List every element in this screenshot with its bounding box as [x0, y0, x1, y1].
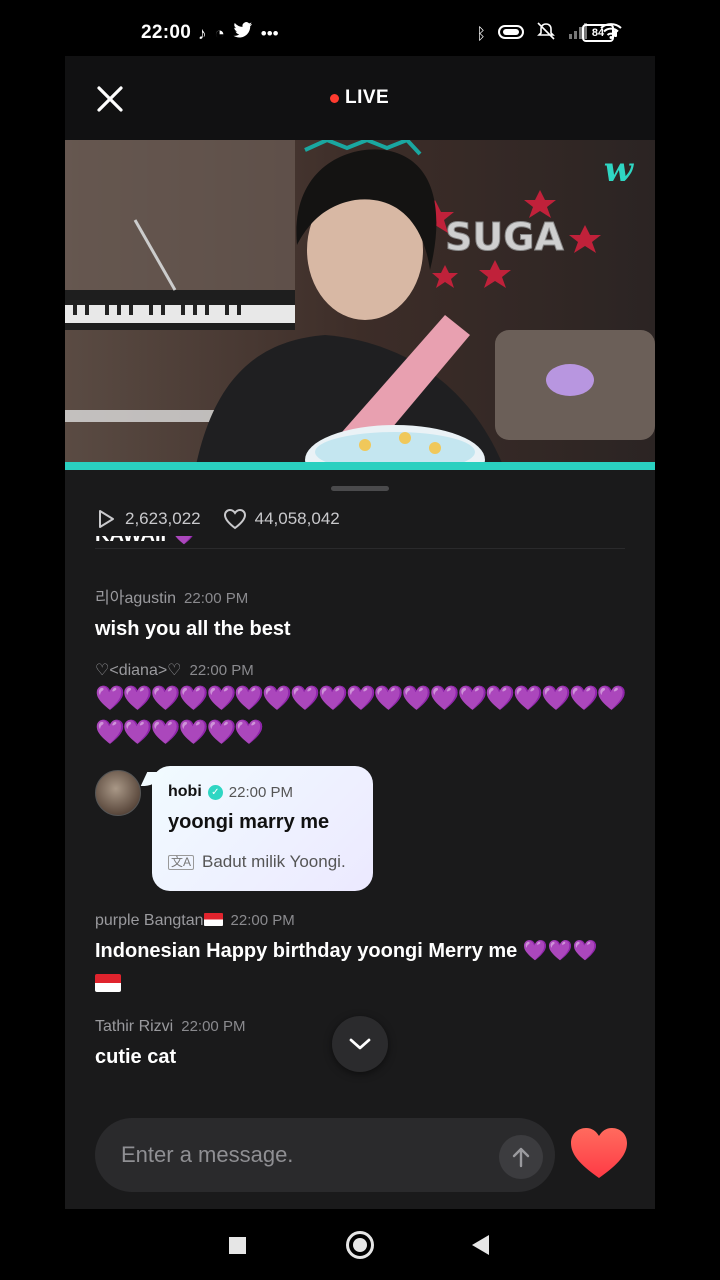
translation-text: Badut milik Yoongi.: [202, 852, 346, 871]
android-nav-bar: [0, 1209, 720, 1280]
drag-handle[interactable]: [331, 486, 389, 491]
live-indicator: LIVE: [330, 87, 389, 109]
chat-hearts-line: 💜💜💜💜💜💜💜💜💜💜💜💜💜💜💜💜💜💜💜: [95, 685, 627, 712]
mute-icon: [536, 22, 556, 47]
indonesia-flag-icon: [95, 974, 121, 992]
close-icon: [97, 86, 123, 112]
status-left-icons: ♪ ◔ •••: [198, 22, 279, 45]
close-button[interactable]: [93, 82, 127, 116]
scroll-down-button[interactable]: [332, 1016, 388, 1072]
likes-stat: 44,058,042: [223, 508, 340, 530]
likes-count: 44,058,042: [254, 509, 340, 528]
suga-balloon-text: SUGA: [445, 215, 564, 259]
recents-button[interactable]: [229, 1237, 246, 1254]
toggle-icon: [498, 24, 524, 46]
bluetooth-icon: ᛒ: [476, 25, 486, 43]
avatar[interactable]: [95, 770, 141, 816]
chat-username: Tathir Rizvi: [95, 1018, 174, 1035]
translation-row[interactable]: 文A Badut milik Yoongi.: [168, 852, 346, 872]
verified-icon: ✓: [207, 784, 223, 800]
views-stat: 2,623,022: [95, 508, 201, 530]
chat-text: Indonesian Happy birthday yoongi Merry m…: [95, 940, 598, 962]
heart-icon: [571, 1128, 627, 1178]
video-frame: SUGA: [65, 140, 655, 470]
stats-row: 2,623,022 44,058,042: [95, 508, 362, 530]
top-bar: LIVE: [65, 56, 655, 140]
list-item: 리아agustin 22:00 PM wish you all the best: [95, 584, 635, 644]
chat-time: 22:00 PM: [184, 590, 249, 607]
arrow-up-icon: [512, 1147, 530, 1168]
heart-outline-icon: [223, 508, 246, 530]
live-app: LIVE SUGA w 2,623,022 44,058,042 리아agust…: [65, 56, 655, 1209]
message-input-wrapper: [95, 1118, 555, 1192]
chat-text: wish you all the best: [95, 618, 291, 640]
message-input[interactable]: [121, 1118, 481, 1192]
chat-hearts-line: 💜💜💜💜💜💜: [95, 719, 264, 746]
chat-cut-message: KAWAII 💜: [95, 536, 197, 558]
artist-name: hobi: [168, 783, 202, 800]
artist-message-bubble[interactable]: hobi ✓ 22:00 PM yoongi marry me 文A Badut…: [152, 766, 373, 891]
indonesia-flag-icon: [203, 913, 223, 926]
chat-time: 22:00 PM: [189, 662, 254, 679]
status-bar: 22:00 ♪ ◔ ••• ᛒ 84: [0, 0, 720, 56]
video-progress-bar: [65, 462, 655, 470]
tiktok-icon: ♪: [198, 23, 207, 43]
like-heart-button[interactable]: [569, 1126, 629, 1184]
back-button[interactable]: [472, 1235, 489, 1255]
views-count: 2,623,022: [125, 509, 201, 528]
artist-message-time: 22:00 PM: [228, 783, 293, 801]
play-icon: [99, 510, 114, 528]
live-video[interactable]: SUGA w: [65, 140, 655, 470]
list-item: ♡<diana>♡ 22:00 PM 💜💜💜💜💜💜💜💜💜💜💜💜💜💜💜💜💜💜💜 💜💜…: [95, 660, 635, 748]
artist-message-text: yoongi marry me: [168, 811, 330, 833]
chevron-down-icon: [349, 1038, 371, 1050]
live-label: LIVE: [345, 87, 390, 108]
list-item: purple Bangtan 22:00 PM Indonesian Happy …: [95, 912, 635, 998]
status-time: 22:00: [141, 22, 192, 43]
battery-indicator: 84: [582, 24, 617, 42]
chat-time: 22:00 PM: [230, 912, 295, 929]
chat-icon: ◔: [214, 23, 225, 43]
chat-username: 리아agustin: [95, 590, 177, 607]
more-icon: •••: [260, 23, 279, 43]
chat-username: purple Bangtan: [95, 912, 223, 930]
twitter-icon: [233, 22, 253, 45]
chat-username: ♡<diana>♡: [95, 662, 182, 679]
live-dot-icon: [330, 93, 339, 103]
translate-icon: 文A: [168, 854, 195, 870]
home-button[interactable]: [346, 1231, 374, 1259]
chat-time: 22:00 PM: [181, 1018, 246, 1035]
send-button[interactable]: [499, 1135, 543, 1179]
weverse-logo: w: [603, 150, 633, 190]
